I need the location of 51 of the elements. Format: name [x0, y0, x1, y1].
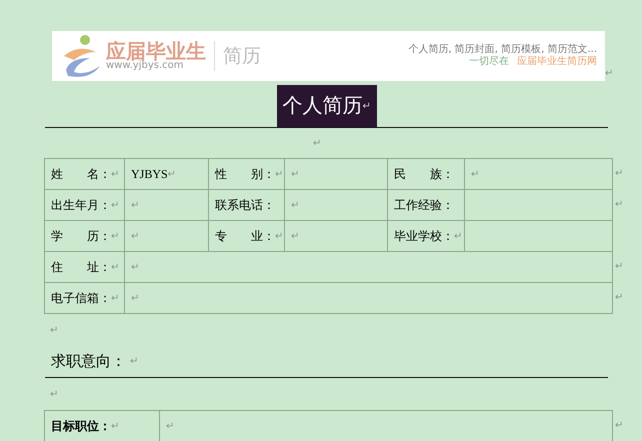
- paragraph-mark: ↵: [50, 388, 58, 402]
- paragraph-mark: ↵: [131, 230, 139, 244]
- field-label: 联系电话：: [215, 197, 275, 214]
- section-label: 简历: [223, 44, 261, 69]
- field-label: 姓 名：: [51, 166, 111, 183]
- paragraph-mark: ↵: [275, 230, 283, 244]
- paragraph-mark: ↵: [131, 260, 139, 274]
- paragraph-mark: ↵: [291, 198, 299, 212]
- slogan-prefix: 一切尽在: [469, 56, 509, 68]
- field-label: 学 历：: [51, 228, 111, 245]
- paragraph-mark: ↵: [131, 198, 139, 212]
- field-label: 住 址：: [51, 259, 111, 276]
- paragraph-mark: ↵: [615, 198, 623, 212]
- paragraph-mark: ↵: [130, 355, 138, 369]
- paragraph-mark: ↵: [168, 168, 176, 182]
- paragraph-mark: ↵: [111, 198, 119, 212]
- logo-text: 应届毕业生: [106, 41, 206, 61]
- paragraph-mark: ↵: [111, 260, 119, 274]
- field-value: YJBYS: [131, 166, 168, 183]
- paragraph-mark: ↵: [615, 167, 623, 181]
- slogan-brand: 应届毕业生简历网: [517, 56, 597, 68]
- paragraph-mark: ↵: [454, 230, 462, 244]
- paragraph-mark: ↵: [131, 292, 139, 306]
- field-label: 出生年月：: [51, 197, 111, 214]
- field-label: 电子信箱：: [51, 290, 111, 307]
- paragraph-mark: ↵: [275, 168, 283, 182]
- field-label: 民 族：: [394, 166, 454, 183]
- tagline: 个人简历, 简历封面, 简历模板, 简历范文...: [408, 44, 597, 56]
- paragraph-mark: ↵: [50, 324, 58, 338]
- paragraph-mark: ↵: [471, 168, 479, 182]
- field-label: 工作经验：: [394, 197, 454, 214]
- logo-url: www.yjbys.com: [106, 61, 185, 71]
- paragraph-mark: ↵: [615, 291, 623, 305]
- paragraph-mark: ↵: [605, 67, 613, 81]
- paragraph-mark: ↵: [291, 230, 299, 244]
- paragraph-mark: ↵: [615, 419, 623, 433]
- paragraph-mark: ↵: [111, 230, 119, 244]
- section-heading: 求职意向：: [51, 351, 126, 372]
- paragraph-mark: ↵: [111, 420, 119, 434]
- paragraph-mark: ↵: [111, 292, 119, 306]
- field-label: 目标职位：: [51, 418, 111, 435]
- document-title: 个人简历↵: [276, 85, 376, 127]
- field-label: 专 业：: [215, 228, 275, 245]
- paragraph-mark: ↵: [166, 420, 174, 434]
- field-label: 性 别：: [215, 166, 275, 183]
- field-label: 毕业学校：: [394, 228, 454, 245]
- paragraph-mark: ↵: [111, 168, 119, 182]
- paragraph-mark: ↵: [615, 260, 623, 274]
- paragraph-mark: ↵: [362, 100, 370, 114]
- paragraph-mark: ↵: [291, 168, 299, 182]
- paragraph-mark: ↵: [313, 136, 321, 150]
